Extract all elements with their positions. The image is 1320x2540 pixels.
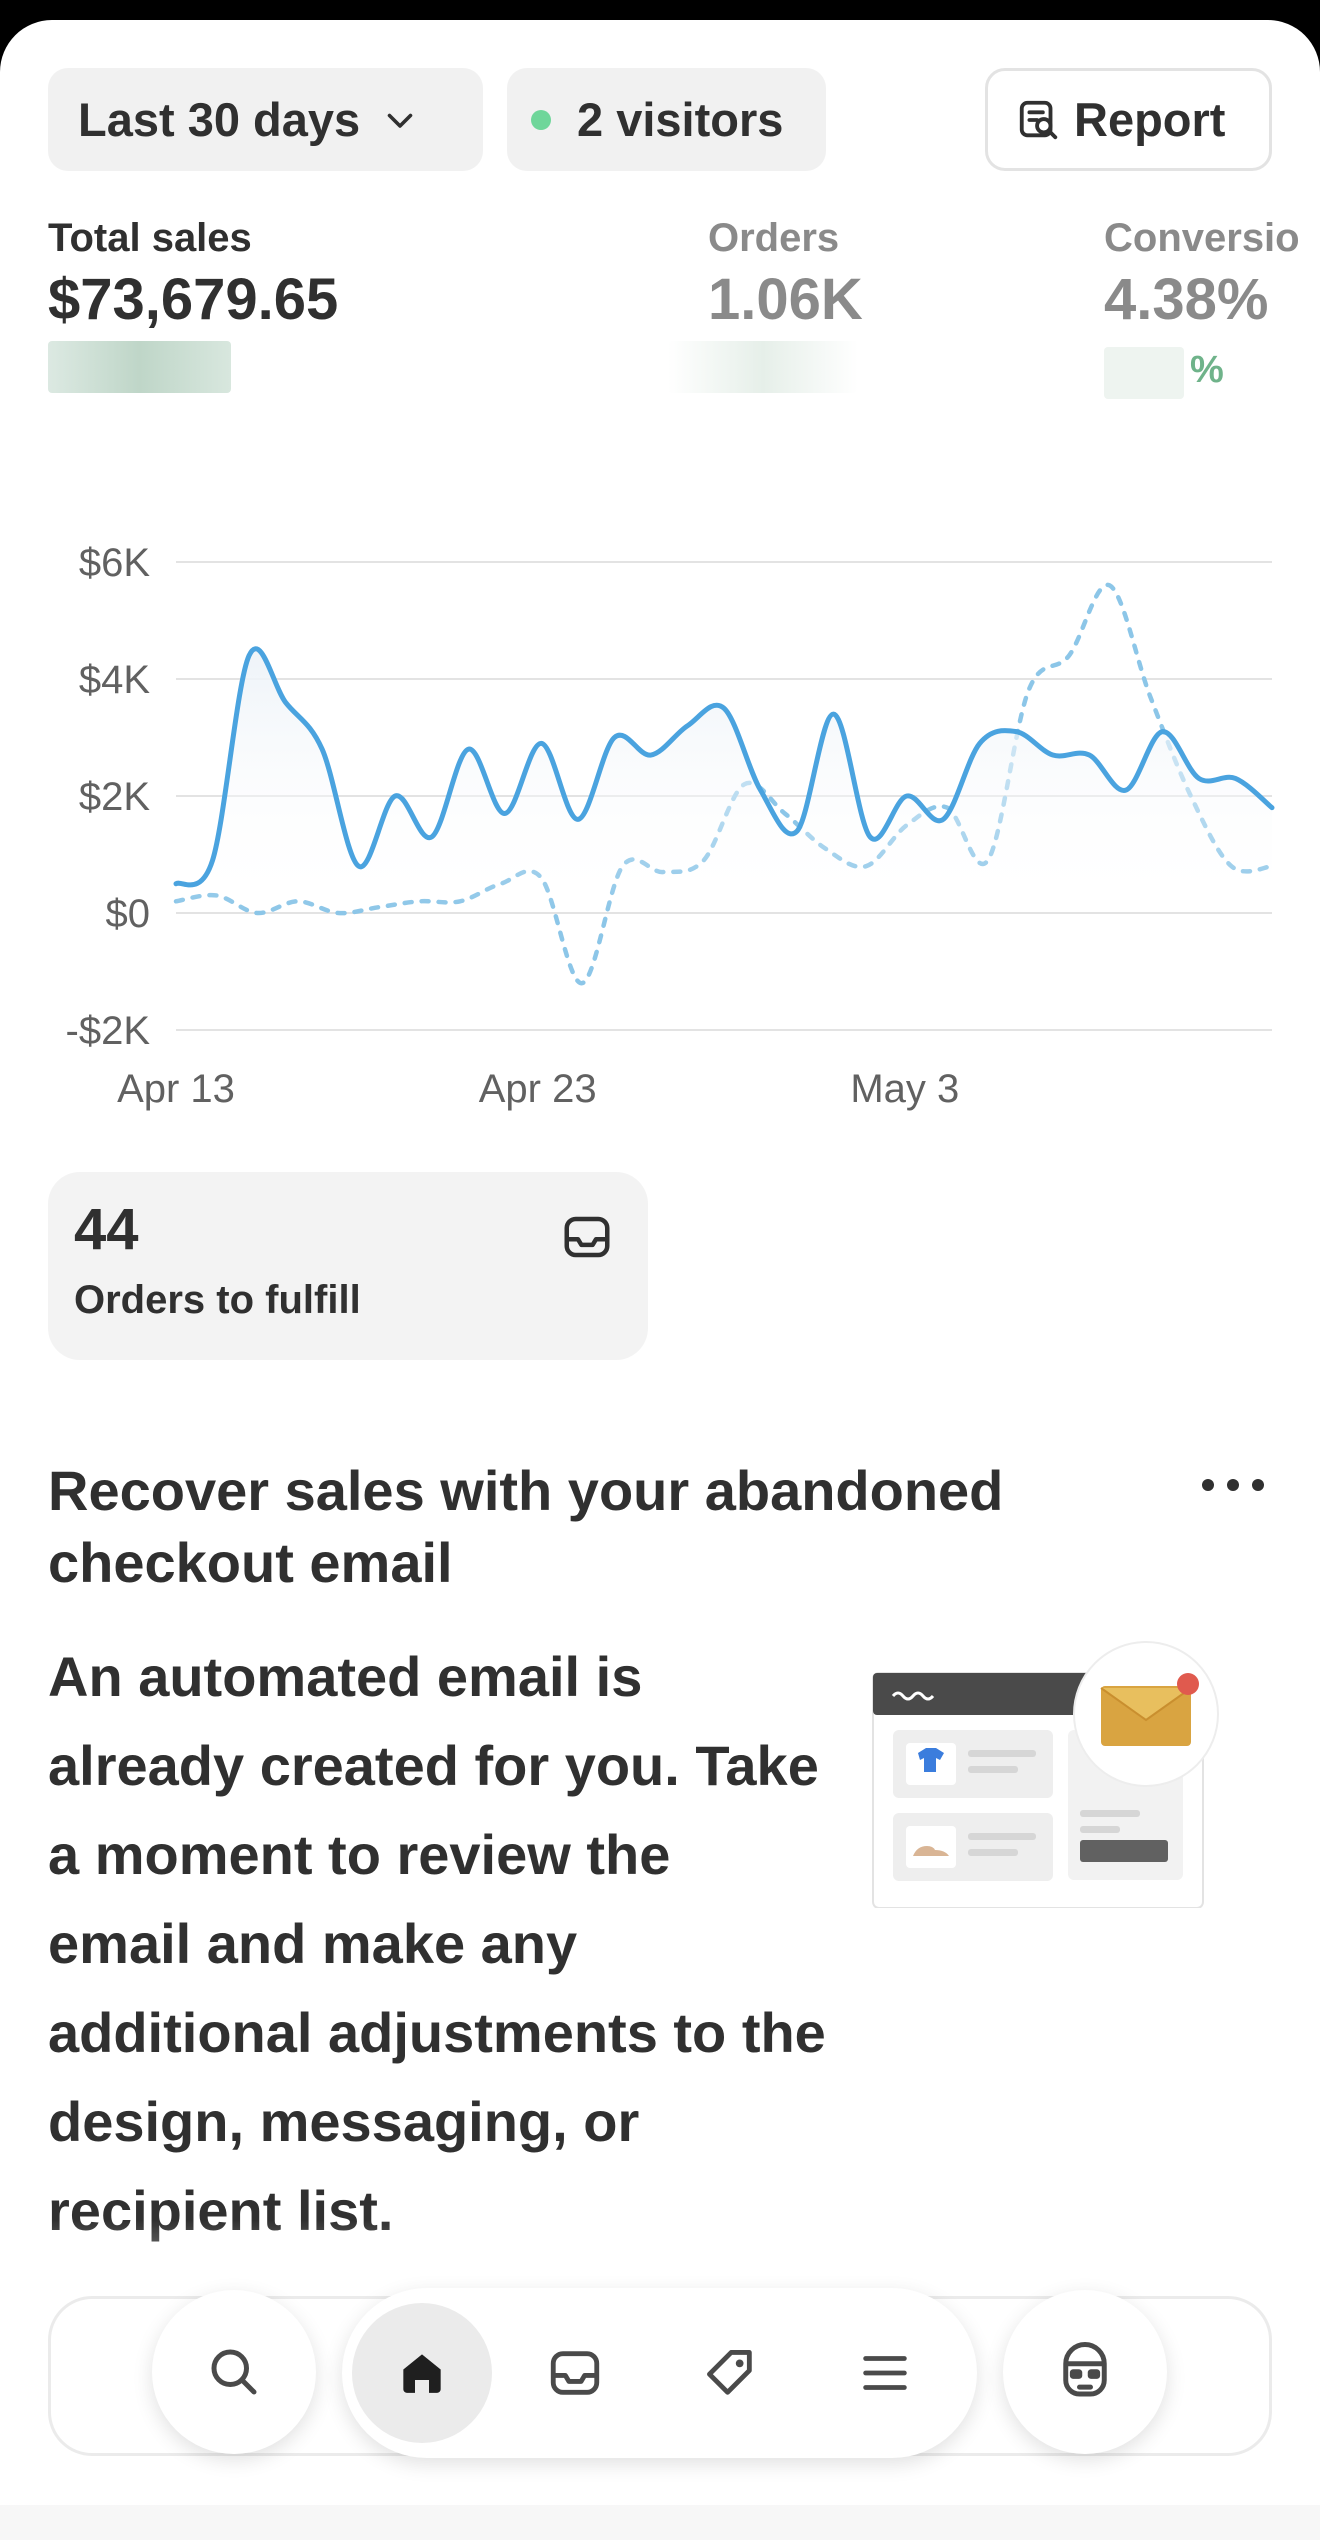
promo-title: Recover sales with your abandoned checko… [48,1459,1004,1594]
nav-sidekick-button[interactable] [1003,2290,1167,2454]
fulfill-count: 44 [74,1197,139,1262]
metric-change-suffix: % [1190,348,1224,391]
y-tick-label: $4K [79,658,150,702]
metric-conversion[interactable]: Conversio 4.38% % [1104,215,1300,399]
report-icon [1019,100,1058,139]
nav-main-group [342,2288,977,2458]
search-icon [211,2349,257,2395]
home-icon [403,2354,441,2393]
date-range-label: Last 30 days [78,93,361,146]
nav-home-button[interactable] [352,2303,492,2443]
inbox-icon [550,2351,600,2395]
y-tick-label: $6K [79,541,150,585]
bottom-strip [0,2505,1320,2540]
orders-to-fulfill-card[interactable]: 44 Orders to fulfill [48,1172,648,1360]
metric-label: Total sales [48,216,252,260]
fulfill-label: Orders to fulfill [74,1278,361,1322]
metric-change-blur [48,341,231,393]
report-button[interactable]: Report [985,68,1272,171]
nav-products-button[interactable] [660,2303,800,2443]
metric-label: Conversio [1104,216,1300,260]
report-label: Report [1074,93,1226,146]
nav-menu-button[interactable] [815,2303,955,2443]
nav-search-button[interactable] [152,2290,316,2454]
live-dot-icon [531,109,551,130]
visitors-label: 2 visitors [577,93,784,146]
y-tick-label: $0 [106,892,151,936]
x-tick-label: Apr 23 [479,1067,597,1111]
metric-total-sales[interactable]: Total sales $73,679.65 [48,215,338,393]
chevron-down-icon [387,113,413,128]
home-screen: Last 30 days 2 visitors Report Total sal… [0,20,1320,2540]
metric-value: 4.38% [1104,267,1269,332]
x-tick-label: May 3 [850,1067,959,1111]
metric-orders[interactable]: Orders 1.06K [668,215,863,393]
series-area [176,648,1272,913]
abandoned-checkout-illustration [872,1641,1219,1908]
sidekick-icon [1063,2342,1107,2397]
metric-change-blur [1104,347,1184,399]
metric-value: 1.06K [708,267,863,332]
y-tick-label: -$2K [66,1009,151,1053]
sales-chart[interactable]: $6K $4K $2K $0 -$2K Apr 13 Apr 23 May 3 [0,490,1320,1150]
metric-value: $73,679.65 [48,267,339,332]
live-visitors-pill[interactable]: 2 visitors [507,68,826,171]
metric-label: Orders [708,216,840,260]
date-range-selector[interactable]: Last 30 days [48,68,483,171]
inbox-icon [564,1216,610,1258]
x-tick-label: Apr 13 [117,1067,235,1111]
menu-icon [863,2356,907,2390]
y-tick-label: $2K [79,775,150,819]
metric-change-blur [668,341,858,393]
tag-icon [707,2350,752,2395]
nav-orders-button[interactable] [505,2303,645,2443]
promo-body: An automated email is already created fo… [48,1645,826,2242]
more-options-icon[interactable] [1198,1465,1268,1505]
